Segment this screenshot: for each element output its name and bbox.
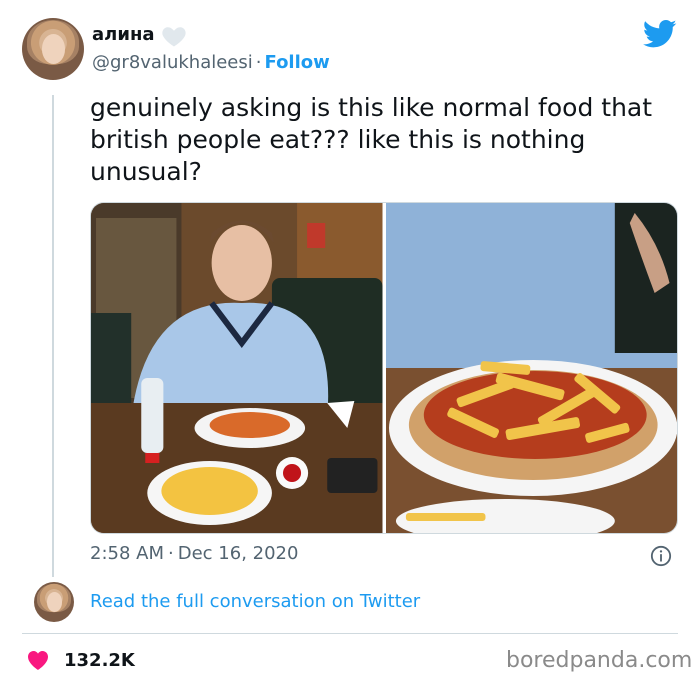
reply-avatar[interactable] [34, 582, 74, 622]
heart-outline-icon [162, 27, 186, 47]
like-count[interactable]: 132.2K [64, 650, 135, 671]
follow-button[interactable]: Follow [265, 52, 330, 73]
separator-dot: · [168, 543, 174, 564]
tweet-text: genuinely asking is this like normal foo… [90, 93, 653, 186]
tweet-time: 2:58 AM [90, 543, 164, 564]
read-full-conversation-link[interactable]: Read the full conversation on Twitter [90, 591, 420, 612]
author-handle[interactable]: @gr8valukhaleesi [92, 52, 253, 73]
separator-dot: · [255, 52, 262, 73]
heart-icon[interactable] [26, 649, 50, 671]
watermark: boredpanda.com [506, 648, 693, 673]
tweet-date: Dec 16, 2020 [177, 543, 299, 564]
author-avatar[interactable] [22, 18, 84, 80]
twitter-bird-icon[interactable] [643, 19, 677, 49]
author-handle-row: @gr8valukhaleesi · Follow [92, 52, 330, 73]
divider [22, 633, 678, 634]
info-icon[interactable] [650, 545, 672, 567]
thread-connector-line [52, 95, 54, 577]
photo-beans-on-toast-closeup[interactable] [385, 203, 677, 533]
photo-man-with-food[interactable] [91, 203, 383, 533]
author-display-name[interactable]: алина [92, 24, 155, 45]
tweet-timestamp[interactable]: 2:58 AM · Dec 16, 2020 [90, 543, 298, 564]
tweet-media-grid [90, 202, 678, 534]
